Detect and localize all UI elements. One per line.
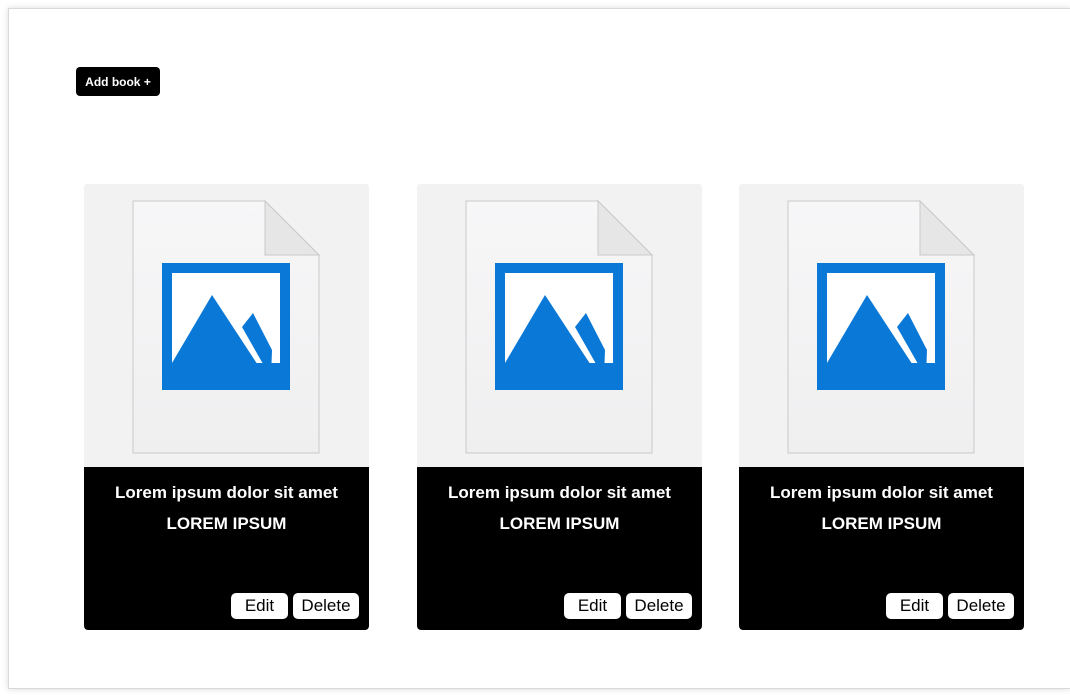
card-actions: Edit Delete	[886, 593, 1014, 619]
edit-button[interactable]: Edit	[564, 593, 621, 619]
card-actions: Edit Delete	[564, 593, 692, 619]
image-placeholder-icon	[465, 200, 653, 454]
book-card: Lorem ipsum dolor sit amet LOREM IPSUM E…	[739, 184, 1024, 630]
book-card: Lorem ipsum dolor sit amet LOREM IPSUM E…	[417, 184, 702, 630]
image-placeholder-icon	[132, 200, 320, 454]
book-title: Lorem ipsum dolor sit amet	[115, 483, 338, 502]
book-info: Lorem ipsum dolor sit amet LOREM IPSUM E…	[417, 467, 702, 630]
delete-button[interactable]: Delete	[293, 593, 359, 619]
book-info: Lorem ipsum dolor sit amet LOREM IPSUM E…	[84, 467, 369, 630]
book-title: Lorem ipsum dolor sit amet	[448, 483, 671, 502]
book-cover	[417, 184, 702, 467]
book-subtitle: LOREM IPSUM	[499, 514, 620, 533]
book-cover	[84, 184, 369, 467]
delete-button[interactable]: Delete	[948, 593, 1014, 619]
book-subtitle: LOREM IPSUM	[821, 514, 942, 533]
book-card: Lorem ipsum dolor sit amet LOREM IPSUM E…	[84, 184, 369, 630]
edit-button[interactable]: Edit	[886, 593, 943, 619]
image-placeholder-icon	[787, 200, 975, 454]
book-cover	[739, 184, 1024, 467]
book-title: Lorem ipsum dolor sit amet	[770, 483, 993, 502]
book-subtitle: LOREM IPSUM	[166, 514, 287, 533]
edit-button[interactable]: Edit	[231, 593, 288, 619]
book-info: Lorem ipsum dolor sit amet LOREM IPSUM E…	[739, 467, 1024, 630]
card-actions: Edit Delete	[231, 593, 359, 619]
add-book-button[interactable]: Add book +	[76, 67, 160, 96]
delete-button[interactable]: Delete	[626, 593, 692, 619]
